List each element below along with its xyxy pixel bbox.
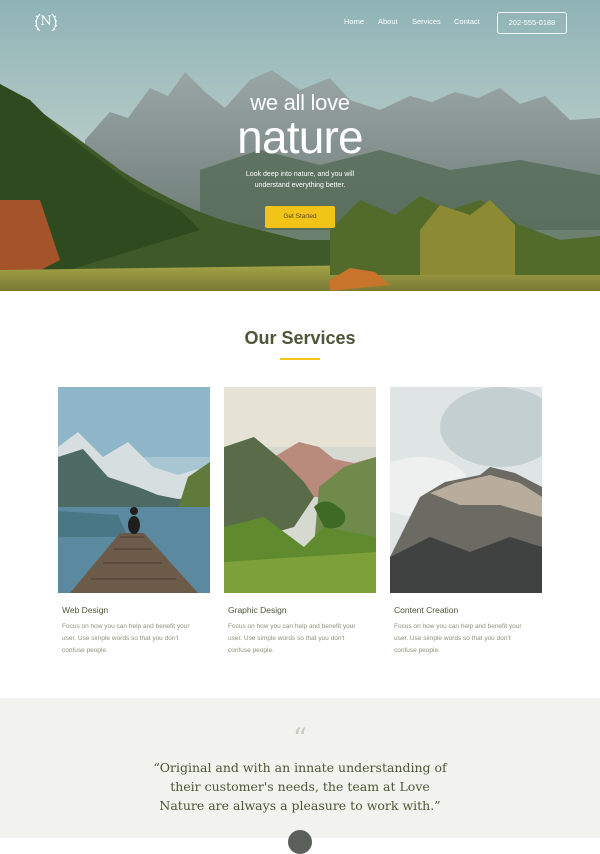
service-image-valley (224, 387, 376, 593)
service-image-cliff (390, 387, 542, 593)
avatar (288, 830, 312, 854)
quote-icon: “ (292, 722, 308, 755)
service-card-graphic-design[interactable]: Graphic Design Focus on how you can help… (224, 387, 376, 657)
service-card-description: Focus on how you can help and benefit yo… (62, 623, 190, 654)
testimonial-quote: “Original and with an innate understandi… (153, 760, 447, 813)
service-card-title: Content Creation (394, 605, 459, 615)
nav-link-about[interactable]: About (378, 17, 398, 26)
service-card-title: Web Design (62, 605, 109, 615)
testimonial-section: “ “Original and with an innate understan… (0, 698, 600, 854)
top-navigation: N Home About Services Contact 202-555-01… (0, 0, 600, 46)
title-underline (280, 358, 320, 360)
service-card-title: Graphic Design (228, 605, 287, 615)
hero-copy: we all love nature Look deep into nature… (0, 90, 600, 228)
phone-button[interactable]: 202-555-0188 (497, 12, 567, 34)
service-image-lake-dock (58, 387, 210, 593)
service-card-web-design[interactable]: Web Design Focus on how you can help and… (58, 387, 210, 657)
nav-link-home[interactable]: Home (344, 17, 364, 26)
nav-link-services[interactable]: Services (412, 17, 441, 26)
logo[interactable]: N (32, 9, 60, 37)
hero-headline-large: nature (237, 111, 363, 163)
service-card-content-creation[interactable]: Content Creation Focus on how you can he… (390, 387, 542, 657)
nav-link-contact[interactable]: Contact (454, 17, 480, 26)
get-started-button[interactable]: Get Started (265, 206, 335, 228)
service-card-description: Focus on how you can help and benefit yo… (394, 623, 522, 654)
hero-subtitle: Look deep into nature, and you will unde… (245, 171, 355, 189)
hero-section: N Home About Services Contact 202-555-01… (0, 0, 600, 291)
logo-letter: N (40, 14, 52, 29)
service-card-description: Focus on how you can help and benefit yo… (228, 623, 356, 654)
services-title: Our Services (244, 328, 356, 348)
